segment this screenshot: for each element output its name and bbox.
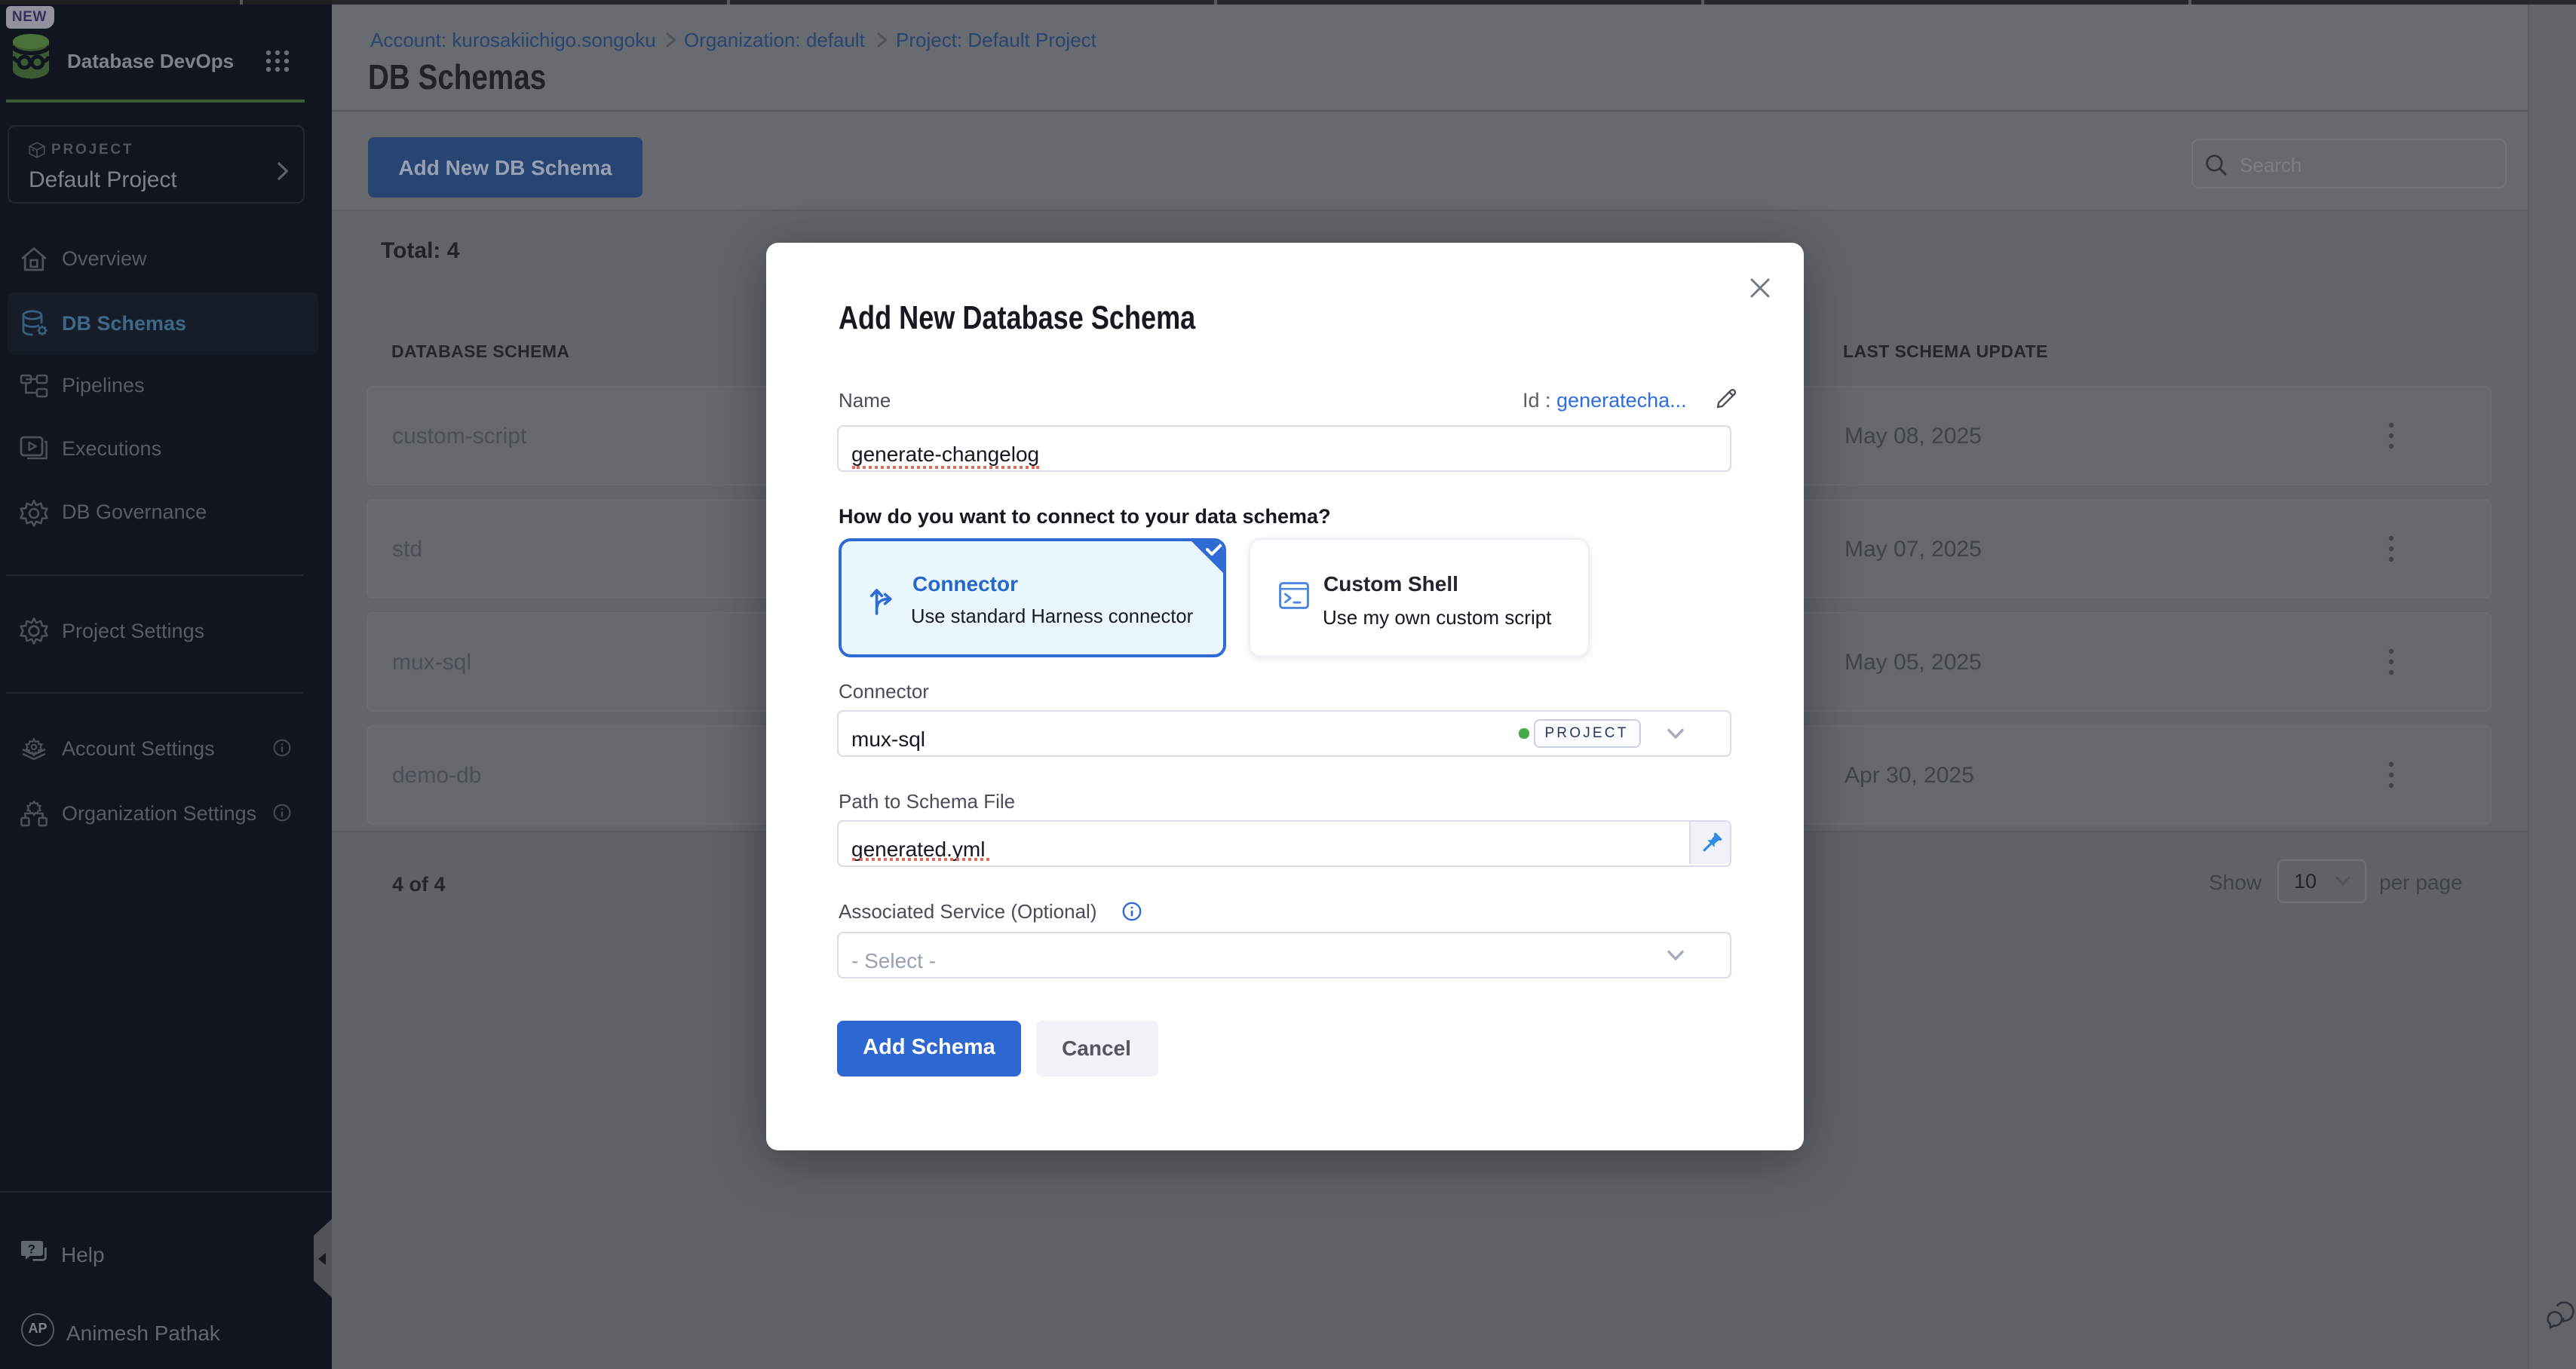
svg-text:?: ? xyxy=(27,1242,35,1256)
